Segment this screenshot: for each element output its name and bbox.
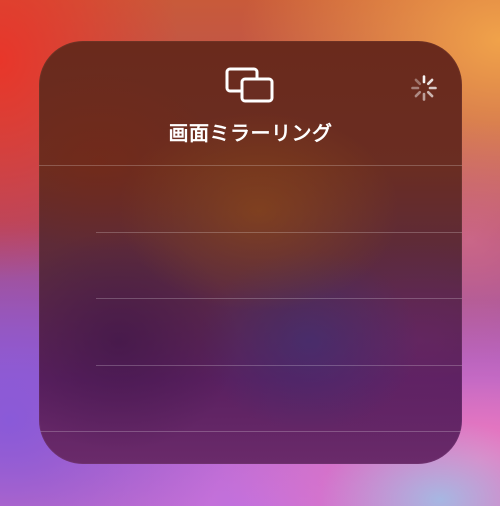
device-row[interactable] bbox=[39, 298, 462, 364]
panel-title: 画面ミラーリング bbox=[168, 121, 333, 145]
panel-header: 画面ミラーリング bbox=[39, 41, 462, 165]
device-row[interactable] bbox=[39, 232, 462, 298]
screen-mirroring-panel: 画面ミラーリング bbox=[39, 41, 462, 464]
device-row[interactable] bbox=[39, 165, 462, 231]
list-bottom-divider bbox=[39, 431, 462, 432]
device-list bbox=[39, 165, 462, 464]
device-row[interactable] bbox=[39, 365, 462, 431]
screen-mirroring-icon bbox=[225, 67, 274, 103]
loading-spinner-icon bbox=[411, 75, 437, 101]
